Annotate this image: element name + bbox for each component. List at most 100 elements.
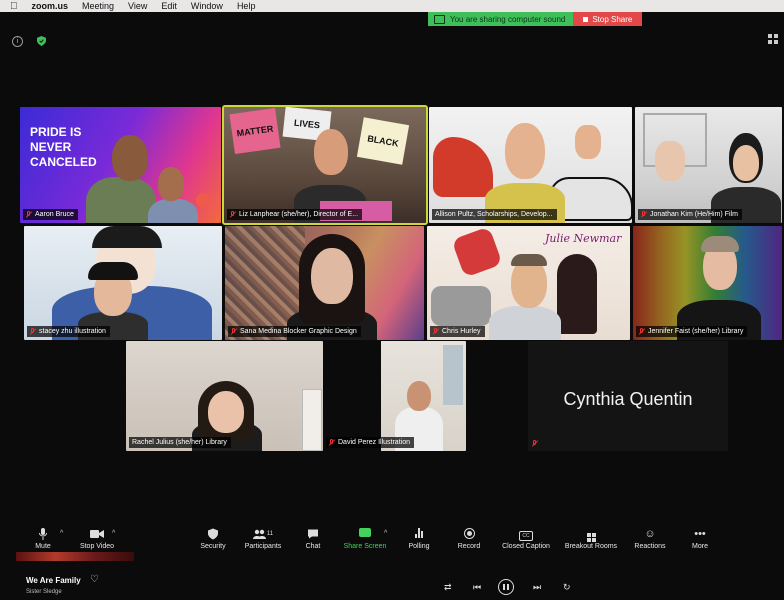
menu-help[interactable]: Help — [237, 1, 256, 11]
participant-nameplate: Jonathan Kim (He/Him) Film — [638, 209, 742, 220]
closed-caption-button[interactable]: CC Closed Caption — [498, 528, 554, 550]
breakout-rooms-icon — [562, 528, 620, 542]
protest-sign: MATTER — [229, 107, 281, 155]
gallery-view-icon[interactable] — [768, 34, 778, 44]
person-hair — [88, 262, 138, 280]
mic-muted-icon — [30, 328, 36, 335]
polling-button[interactable]: Polling — [404, 528, 434, 550]
participants-button[interactable]: 11 Participants — [240, 528, 286, 550]
reactions-label: Reactions — [634, 543, 666, 550]
breakout-rooms-label: Breakout Rooms — [564, 543, 618, 550]
chat-label: Chat — [305, 543, 321, 550]
info-icon[interactable]: i — [12, 36, 23, 47]
chevron-up-icon[interactable]: ^ — [112, 530, 115, 537]
share-screen-icon — [340, 528, 390, 540]
chat-button[interactable]: Chat — [300, 528, 326, 550]
shuffle-icon[interactable]: ⇄ — [444, 582, 452, 593]
share-screen-button[interactable]: Share Screen — [340, 528, 390, 550]
protest-sign: BLACK — [356, 117, 410, 165]
menu-edit[interactable]: Edit — [161, 1, 177, 11]
participant-nameplate: Aaron Bruce — [23, 209, 78, 220]
poster-car — [431, 286, 491, 326]
more-label: More — [692, 543, 708, 550]
video-tile-sana-medina-blocker[interactable]: Sana Medina Blocker Graphic Design — [225, 226, 424, 340]
participant-name: Sana Medina Blocker Graphic Design — [240, 328, 357, 335]
video-tile-jennifer-faist[interactable]: Jennifer Faist (she/her) Library — [633, 226, 782, 340]
person-face — [314, 129, 348, 175]
security-label: Security — [200, 543, 226, 550]
child-body — [148, 199, 198, 223]
participants-label: Participants — [244, 543, 282, 550]
window-frame — [443, 345, 463, 405]
participant-name: David Perez Illustration — [338, 439, 410, 446]
person-face — [733, 145, 759, 181]
reactions-button[interactable]: ☺ Reactions — [630, 528, 670, 550]
menu-window[interactable]: Window — [191, 1, 223, 11]
video-tile-aaron-bruce[interactable]: PRIDE IS NEVER CANCELED Aaron Bruce — [20, 107, 221, 223]
mic-muted-icon — [230, 211, 236, 218]
chevron-up-icon[interactable]: ^ — [60, 530, 63, 537]
chevron-up-icon[interactable]: ^ — [384, 530, 387, 537]
video-tile-stacey-zhu[interactable]: stacey zhu illustration — [24, 226, 222, 340]
closed-caption-label: Closed Caption — [502, 543, 550, 550]
sneaker-art — [433, 137, 493, 197]
next-track-icon[interactable]: ⏭ — [533, 582, 541, 593]
participant-nameplate: Rachel Julius (she/her) Library — [129, 437, 231, 448]
video-tile-liz-lanphear[interactable]: MATTER LIVES BLACK Liz Lanphear (she/her… — [222, 105, 428, 225]
record-button[interactable]: Record — [454, 528, 484, 550]
record-label: Record — [457, 543, 481, 550]
heart-icon[interactable]: ♡ — [90, 574, 99, 585]
closed-caption-icon: CC — [498, 528, 554, 541]
record-icon — [454, 528, 484, 540]
video-tile-david-perez[interactable]: David Perez Illustration — [323, 341, 466, 451]
video-tile-rachel-julius[interactable]: Rachel Julius (she/her) Library — [126, 341, 323, 451]
sharing-sound-message: You are sharing computer sound — [428, 12, 574, 26]
participant-name: Liz Lanphear (she/her), Director of E... — [239, 211, 359, 218]
pause-button[interactable] — [498, 579, 514, 595]
menu-view[interactable]: View — [128, 1, 147, 11]
menu-meeting[interactable]: Meeting — [82, 1, 114, 11]
chat-bubble-icon — [308, 529, 318, 539]
more-button[interactable]: ••• More — [686, 528, 714, 550]
video-camera-icon — [90, 530, 104, 538]
participant-name: Aaron Bruce — [35, 211, 74, 218]
participant-name: Rachel Julius (she/her) Library — [132, 439, 227, 446]
reactions-smiley-icon: ☺ — [644, 528, 656, 540]
person-hand — [655, 141, 685, 181]
video-tile-jonathan-kim[interactable]: Jonathan Kim (He/Him) Film — [635, 107, 782, 223]
encryption-shield-icon[interactable] — [37, 36, 46, 46]
people-icon — [252, 529, 266, 539]
track-artist: Sister Sledge — [26, 589, 62, 595]
poster-woman — [557, 254, 597, 334]
monitor-icon — [434, 14, 445, 24]
menu-app-name[interactable]: zoom.us — [32, 1, 69, 11]
polling-icon — [404, 528, 434, 540]
previous-track-icon[interactable]: ⏮ — [473, 582, 481, 593]
mute-button[interactable]: Mute — [30, 528, 56, 550]
mic-muted-icon — [329, 439, 335, 446]
apple-logo-icon[interactable]:  — [10, 1, 18, 12]
participant-nameplate: Chris Hurley — [430, 326, 485, 337]
mic-muted-icon — [532, 440, 538, 447]
more-dots-icon: ••• — [694, 528, 706, 540]
person-hair — [701, 236, 739, 252]
video-tile-cynthia-quentin[interactable]: Cynthia Quentin — [528, 341, 728, 451]
breakout-rooms-button[interactable]: Breakout Rooms — [562, 528, 620, 550]
pride-sign-text: PRIDE IS NEVER CANCELED — [30, 125, 97, 169]
mute-label: Mute — [35, 543, 51, 550]
poster-script: Julie Newmar — [545, 232, 622, 245]
participant-name: Allison Pultz, Scholarships, Develop... — [435, 211, 553, 218]
microphone-icon — [39, 528, 47, 540]
security-button[interactable]: Security — [196, 528, 230, 550]
mic-muted-icon — [26, 211, 32, 218]
polling-label: Polling — [408, 543, 430, 550]
child-face — [158, 167, 184, 201]
door-frame — [302, 389, 322, 451]
video-tile-chris-hurley[interactable]: Julie Newmar Chris Hurley — [427, 226, 630, 340]
stop-share-label: Stop Share — [592, 14, 633, 24]
video-tile-allison-pultz[interactable]: Allison Pultz, Scholarships, Develop... — [429, 107, 632, 223]
mic-muted-icon — [641, 211, 647, 218]
stop-share-button[interactable]: Stop Share — [573, 12, 643, 26]
stop-icon — [583, 16, 589, 22]
repeat-icon[interactable]: ↻ — [563, 582, 571, 593]
